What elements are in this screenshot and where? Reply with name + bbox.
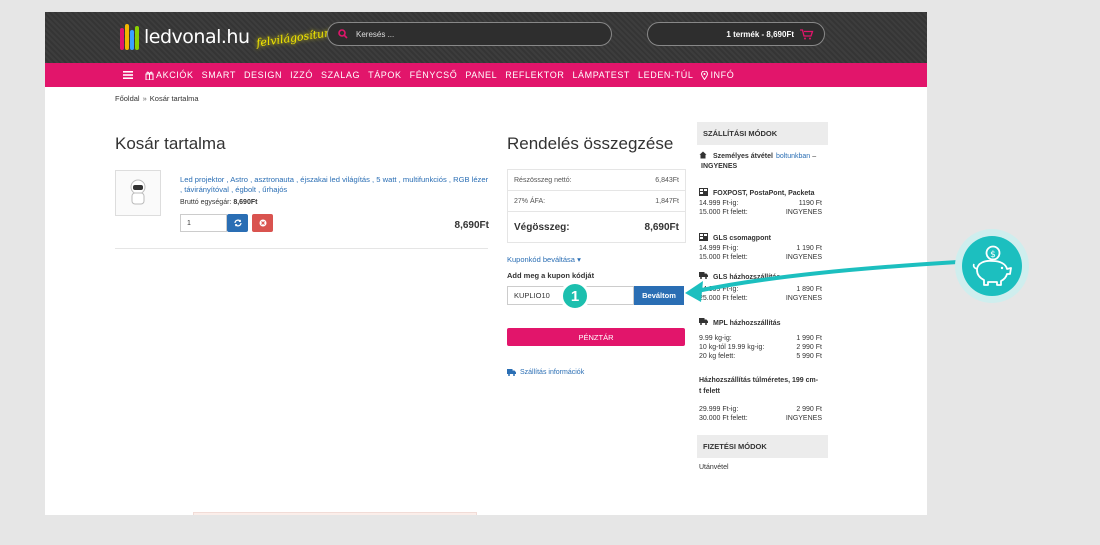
savings-badge: $ xyxy=(955,229,1029,303)
annotation-arrow xyxy=(685,260,960,302)
savings-badge-inner: $ xyxy=(962,236,1022,296)
svg-text:$: $ xyxy=(990,250,996,260)
step-number-badge: 1 xyxy=(560,281,590,311)
piggy-bank-icon: $ xyxy=(972,245,1012,286)
